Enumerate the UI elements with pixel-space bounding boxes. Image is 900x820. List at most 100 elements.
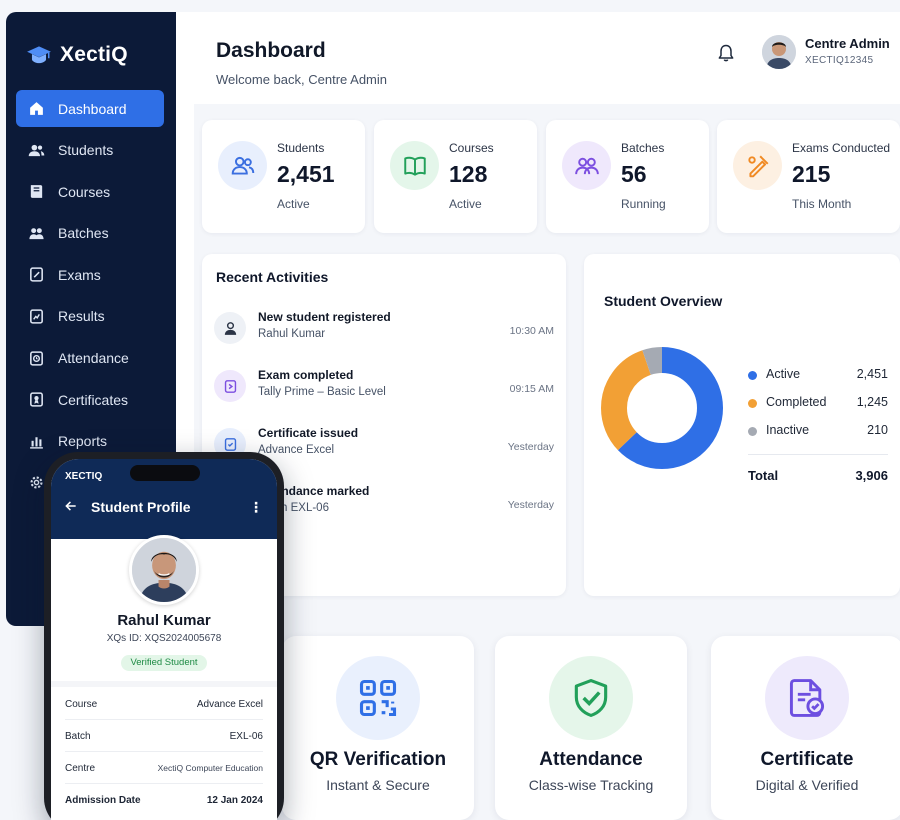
activity-item[interactable]: Exam completed Tally Prime – Basic Level… xyxy=(214,368,554,414)
stat-sub: Active xyxy=(277,197,310,211)
feature-title: QR Verification xyxy=(309,749,447,770)
brand-name: XectiQ xyxy=(60,43,128,66)
brand[interactable]: XectiQ xyxy=(26,42,128,68)
stat-card-students[interactable]: Students 2,451 Active xyxy=(202,120,365,233)
legend-value: 1,245 xyxy=(856,395,888,409)
certificate-icon xyxy=(789,679,825,717)
detail-key: Batch xyxy=(65,731,91,742)
detail-row-admission-date: Admission Date 12 Jan 2024 xyxy=(65,795,263,809)
stat-label: Batches xyxy=(621,141,665,155)
student-photo-icon xyxy=(132,538,196,602)
sidebar-item-label: Results xyxy=(58,308,105,325)
activity-detail: Tally Prime – Basic Level xyxy=(258,386,386,398)
stat-icon-wrap xyxy=(390,141,439,190)
sidebar-item-batches[interactable]: Batches xyxy=(16,215,164,252)
stat-sub: Active xyxy=(449,197,482,211)
sidebar-item-exams[interactable]: Exams xyxy=(16,256,164,293)
user-name[interactable]: Centre Admin xyxy=(805,36,890,51)
feature-card-qr-verification[interactable]: QR Verification Instant & Secure xyxy=(282,636,474,820)
sidebar-item-courses[interactable]: Courses xyxy=(16,173,164,210)
student-overview-card: Student Overview Active 2,451 Completed … xyxy=(584,254,900,596)
legend-value: 2,451 xyxy=(856,367,888,381)
detail-value: XectiQ Computer Education xyxy=(157,763,263,773)
avatar[interactable] xyxy=(762,35,796,69)
exam-icon xyxy=(30,267,43,283)
sidebar-item-dashboard[interactable]: Dashboard xyxy=(16,90,164,127)
detail-value: EXL-06 xyxy=(229,731,263,742)
phone-title: Student Profile xyxy=(91,499,191,515)
detail-divider xyxy=(65,751,263,752)
feature-icon-wrap xyxy=(336,656,420,740)
back-arrow-icon[interactable] xyxy=(64,499,78,513)
stat-label: Students xyxy=(277,141,325,155)
phone-details-card: Course Advance Excel Batch EXL-06 Centre… xyxy=(51,687,277,820)
legend-item-completed: Completed 1,245 xyxy=(748,395,888,413)
stat-icon-wrap xyxy=(733,141,782,190)
student-overview-donut-chart[interactable] xyxy=(600,346,724,470)
student-name: Rahul Kumar xyxy=(117,612,211,629)
total-value: 3,906 xyxy=(855,468,888,483)
stat-card-courses[interactable]: Courses 128 Active xyxy=(374,120,537,233)
activity-icon-wrap xyxy=(214,370,246,402)
stat-card-batches[interactable]: Batches 56 Running xyxy=(546,120,709,233)
legend-dot xyxy=(748,399,757,408)
legend-dot xyxy=(748,427,757,436)
stat-icon-wrap xyxy=(562,141,611,190)
group-icon xyxy=(29,227,44,239)
shield-check-icon xyxy=(574,679,608,717)
student-id: XQs ID: XQS2024005678 xyxy=(106,633,222,644)
sidebar-item-label: Courses xyxy=(58,183,111,200)
stat-label: Courses xyxy=(449,141,494,155)
activity-item[interactable]: New student registered Rahul Kumar 10:30… xyxy=(214,310,554,356)
feature-subtitle: Class-wise Tracking xyxy=(528,777,654,793)
sidebar-item-label: Certificates xyxy=(58,391,129,408)
feature-card-attendance[interactable]: Attendance Class-wise Tracking xyxy=(495,636,687,820)
detail-row-batch: Batch EXL-06 xyxy=(65,731,263,745)
sidebar-item-attendance[interactable]: Attendance xyxy=(16,340,164,377)
detail-key: Admission Date xyxy=(65,795,141,806)
legend-total: Total 3,906 xyxy=(748,468,888,483)
legend-divider xyxy=(748,454,888,455)
stat-value: 128 xyxy=(449,161,488,187)
detail-row-centre: Centre XectiQ Computer Education xyxy=(65,763,263,777)
book-icon xyxy=(30,185,43,199)
feature-title: Certificate xyxy=(760,749,854,770)
phone-mockup: XECTIQ Student Profile ⋮ Rahul Kumar XQs… xyxy=(44,452,284,820)
sidebar-item-students[interactable]: Students xyxy=(16,132,164,169)
legend-label: Completed xyxy=(766,395,827,409)
phone-notch xyxy=(130,465,200,481)
sidebar-item-certificates[interactable]: Certificates xyxy=(16,381,164,418)
activity-detail: Rahul Kumar xyxy=(258,328,326,340)
stat-sub: This Month xyxy=(792,197,852,211)
stat-value: 215 xyxy=(792,161,831,187)
sidebar-item-results[interactable]: Results xyxy=(16,298,164,335)
stat-sub: Running xyxy=(621,197,666,211)
phone-profile-card: Rahul Kumar XQs ID: XQS2024005678 Verifi… xyxy=(51,535,277,681)
exam-icon xyxy=(224,379,236,393)
stat-icon-wrap xyxy=(218,141,267,190)
more-vertical-icon[interactable]: ⋮ xyxy=(249,499,263,516)
bell-icon[interactable] xyxy=(716,42,736,64)
legend-label: Inactive xyxy=(766,423,810,437)
legend-item-inactive: Inactive 210 xyxy=(748,423,888,441)
feature-icon-wrap xyxy=(765,656,849,740)
main-panel: Dashboard Welcome back, Centre Admin Cen… xyxy=(176,12,900,626)
stat-card-exams[interactable]: Exams Conducted 215 This Month xyxy=(717,120,900,233)
activity-title: Exam completed xyxy=(258,368,354,382)
users-icon xyxy=(231,156,254,175)
activity-title: New student registered xyxy=(258,310,391,324)
detail-key: Course xyxy=(65,699,98,710)
feature-subtitle: Instant & Secure xyxy=(326,777,430,793)
feature-title: Attendance xyxy=(539,749,643,770)
stat-value: 2,451 xyxy=(277,161,335,187)
user-icon xyxy=(224,321,236,335)
page-title: Dashboard xyxy=(216,39,326,62)
legend-item-active: Active 2,451 xyxy=(748,367,888,385)
detail-key: Centre xyxy=(65,763,96,774)
group-icon xyxy=(574,157,599,174)
page-subtitle: Welcome back, Centre Admin xyxy=(216,72,387,87)
sidebar-item-label: Dashboard xyxy=(58,100,127,117)
feature-card-certificate[interactable]: Certificate Digital & Verified xyxy=(711,636,900,820)
activity-icon-wrap xyxy=(214,312,246,344)
attendance-icon xyxy=(30,350,43,366)
